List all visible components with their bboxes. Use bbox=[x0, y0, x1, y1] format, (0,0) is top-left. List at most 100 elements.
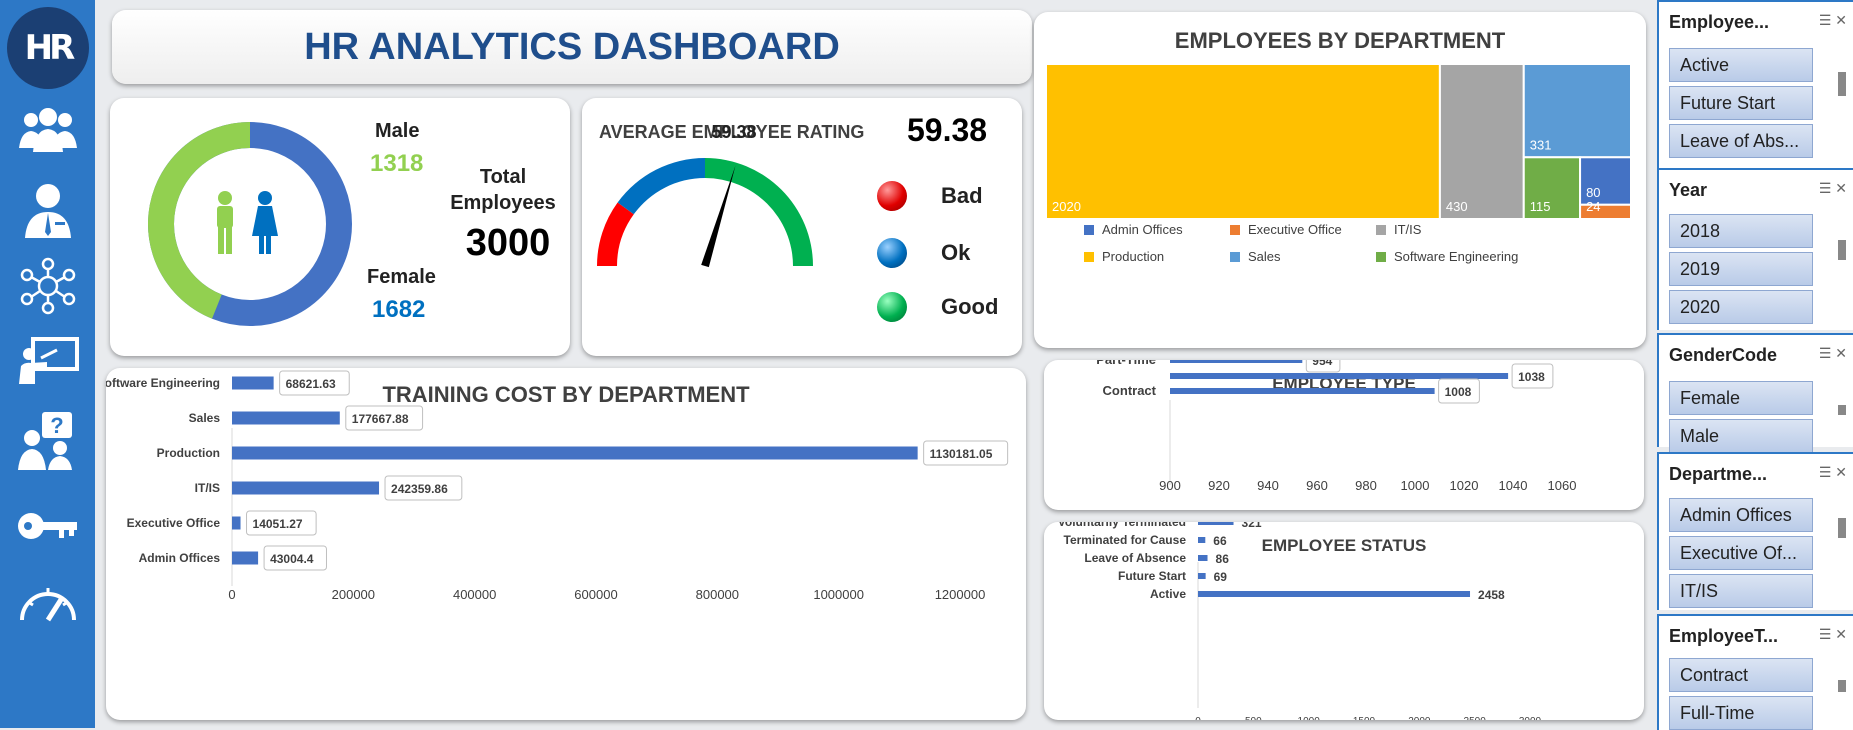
x-tick-label: 940 bbox=[1257, 478, 1279, 493]
x-tick-label: 960 bbox=[1306, 478, 1328, 493]
data-label: 68621.63 bbox=[286, 377, 336, 391]
data-label: 321 bbox=[1242, 522, 1262, 530]
category-label: Active bbox=[1150, 587, 1186, 601]
bar bbox=[1198, 591, 1471, 597]
key-icon[interactable] bbox=[15, 495, 81, 557]
x-tick-label: 1000 bbox=[1401, 478, 1430, 493]
multi-select-icon[interactable]: ☰ ✕ bbox=[1819, 464, 1847, 481]
slicer-item[interactable]: Male bbox=[1669, 419, 1813, 453]
treemap-cell bbox=[1045, 63, 1441, 220]
ok-dot-icon bbox=[877, 238, 907, 268]
category-label: Executive Office bbox=[127, 516, 221, 530]
x-tick-label: 1000 bbox=[1298, 716, 1321, 720]
total-label-line1: Total bbox=[479, 166, 527, 188]
hr-logo[interactable]: HR bbox=[7, 7, 89, 89]
data-label: 1038 bbox=[1518, 370, 1545, 384]
bar bbox=[1198, 573, 1206, 579]
category-label: Terminated for Cause bbox=[1064, 533, 1187, 547]
gauge-needle bbox=[701, 165, 736, 268]
data-label: 86 bbox=[1216, 552, 1230, 566]
category-label: Future Start bbox=[1118, 569, 1186, 583]
slicer-scrollbar[interactable] bbox=[1838, 680, 1846, 692]
male-count: 1318 bbox=[370, 150, 424, 177]
data-label: 954 bbox=[1312, 360, 1332, 368]
slicer-item[interactable]: Female bbox=[1669, 381, 1813, 415]
employee-type-card: EMPLOYEE TYPE 900 920 940 960 980 1000 1020 104… bbox=[1044, 360, 1644, 510]
slicer-item[interactable]: Executive Of... bbox=[1669, 536, 1813, 570]
legend-label: Sales bbox=[1248, 249, 1281, 264]
category-label: Admin Offices bbox=[139, 551, 221, 565]
multi-select-icon[interactable]: ☰ ✕ bbox=[1819, 626, 1847, 643]
data-label: 1130181.05 bbox=[930, 447, 993, 461]
slicer-item[interactable]: Active bbox=[1669, 48, 1813, 82]
training-cost-card: TRAINING COST BY DEPARTMENT 0 200000 40000… bbox=[106, 368, 1026, 720]
slicer-employee-status: Employee... ☰ ✕ Active Future Start Leav… bbox=[1657, 0, 1853, 170]
data-label: 242359.86 bbox=[391, 482, 448, 496]
rating-card: AVERAGE EMPLOYEE RATING 59.38 59.38 Bad … bbox=[582, 98, 1022, 356]
slicer-item[interactable]: Admin Offices bbox=[1669, 498, 1813, 532]
slicer-item[interactable]: Contract bbox=[1669, 658, 1813, 692]
legend-label: Software Engineering bbox=[1394, 249, 1518, 264]
multi-select-icon[interactable]: ☰ ✕ bbox=[1819, 345, 1847, 362]
total-employees-value: 3000 bbox=[465, 222, 551, 264]
x-tick-label: 500 bbox=[1245, 716, 1262, 720]
category-label: Production bbox=[157, 446, 220, 460]
legend-label: IT/IS bbox=[1394, 222, 1422, 237]
category-label: Sales bbox=[189, 411, 221, 425]
x-tick-label: 2000 bbox=[1408, 716, 1431, 720]
x-tick-label: 1060 bbox=[1548, 478, 1577, 493]
category-label: Voluntarily Terminated bbox=[1058, 522, 1186, 529]
x-tick-label: 2500 bbox=[1464, 716, 1487, 720]
female-count: 1682 bbox=[372, 296, 426, 323]
female-figure-icon bbox=[252, 191, 278, 254]
slicer-scrollbar[interactable] bbox=[1838, 405, 1846, 415]
slicer-gender: GenderCode ☰ ✕ Female Male bbox=[1657, 333, 1853, 453]
legend-swatch bbox=[1084, 225, 1094, 235]
gauge-ok-band bbox=[617, 158, 705, 215]
slicer-item[interactable]: Leave of Abs... bbox=[1669, 124, 1813, 158]
network-icon[interactable] bbox=[15, 255, 81, 317]
x-tick-label: 0 bbox=[228, 587, 235, 602]
legend-ok-label: Ok bbox=[941, 240, 971, 265]
slicer-item[interactable]: 2020 bbox=[1669, 290, 1813, 324]
multi-select-icon[interactable]: ☰ ✕ bbox=[1819, 12, 1847, 29]
slicer-scrollbar[interactable] bbox=[1838, 72, 1846, 96]
bar bbox=[232, 376, 274, 390]
slicer-item[interactable]: 2018 bbox=[1669, 214, 1813, 248]
treemap-value-label: 24 bbox=[1586, 199, 1600, 214]
presentation-icon[interactable] bbox=[15, 330, 81, 392]
bar bbox=[1170, 360, 1303, 363]
speedometer-icon[interactable] bbox=[15, 570, 81, 632]
x-tick-label: 0 bbox=[1195, 716, 1201, 720]
legend-swatch bbox=[1376, 225, 1386, 235]
slicer-scrollbar[interactable] bbox=[1838, 240, 1846, 260]
legend-good-label: Good bbox=[941, 294, 999, 319]
data-label: 69 bbox=[1214, 570, 1228, 584]
treemap-value-label: 2020 bbox=[1052, 199, 1081, 214]
training-cost-chart: 0 200000 400000 600000 800000 1000000 1200000 S… bbox=[106, 370, 1009, 602]
people-group-icon[interactable] bbox=[15, 100, 81, 162]
treemap-cell bbox=[1438, 63, 1525, 220]
slicer-item[interactable]: 2019 bbox=[1669, 252, 1813, 286]
bar bbox=[1198, 537, 1206, 543]
bar bbox=[232, 481, 380, 495]
svg-text:?: ? bbox=[50, 413, 63, 438]
sidebar: HR ? bbox=[0, 0, 95, 728]
multi-select-icon[interactable]: ☰ ✕ bbox=[1819, 180, 1847, 197]
male-label: Male bbox=[375, 120, 420, 142]
x-tick-label: 1040 bbox=[1499, 478, 1528, 493]
total-label-line2: Employees bbox=[450, 192, 556, 214]
category-label: IT/IS bbox=[195, 481, 220, 495]
employee-icon[interactable] bbox=[15, 180, 81, 242]
employee-status-chart: 0 500 1000 1500 2000 2500 3000 Voluntarily Term… bbox=[1058, 522, 1542, 720]
legend-label: Admin Offices bbox=[1102, 222, 1183, 237]
slicer-item[interactable]: Future Start bbox=[1669, 86, 1813, 120]
slicer-scrollbar[interactable] bbox=[1838, 518, 1846, 538]
employee-status-card: EMPLOYEE STATUS 050010001500200025003000… bbox=[1044, 522, 1644, 720]
slicer-item[interactable]: Full-Time bbox=[1669, 696, 1813, 730]
data-label: 1008 bbox=[1445, 385, 1472, 399]
bar bbox=[1198, 555, 1208, 561]
slicer-item[interactable]: IT/IS bbox=[1669, 574, 1813, 608]
help-people-icon[interactable]: ? bbox=[15, 410, 81, 472]
data-label: 177667.88 bbox=[352, 412, 409, 426]
